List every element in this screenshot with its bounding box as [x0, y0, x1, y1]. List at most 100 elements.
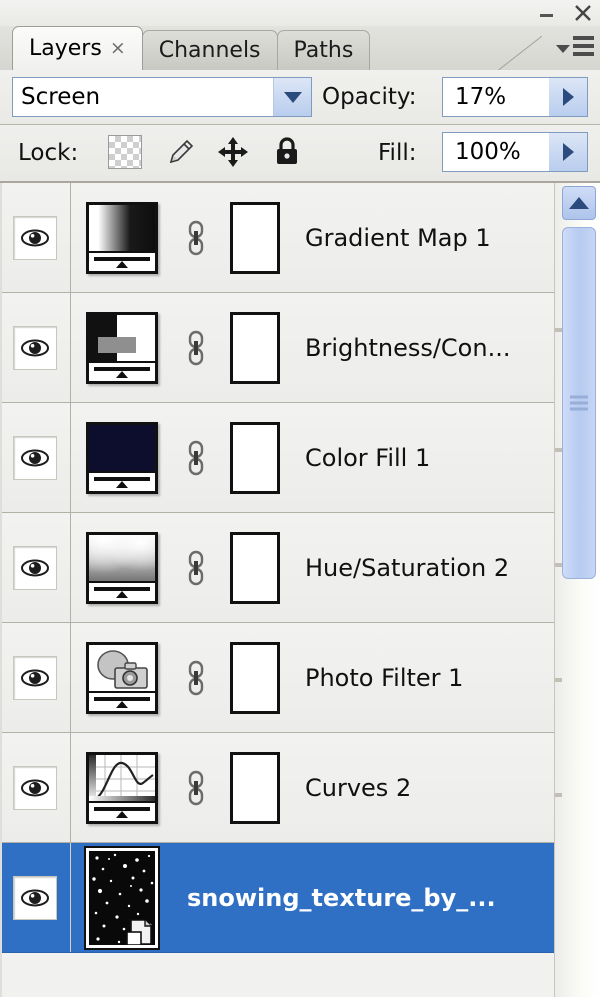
table-row[interactable]: Gradient Map 1 [0, 183, 554, 293]
link-cell[interactable] [173, 769, 219, 807]
layers-panel: Layers × Channels Paths Screen Opacity: … [0, 0, 600, 997]
layer-mask-thumbnail [230, 421, 280, 494]
layer-mask-thumbnail [230, 751, 280, 824]
link-cell[interactable] [173, 439, 219, 477]
visibility-cell[interactable] [0, 403, 71, 512]
layer-name[interactable]: Color Fill 1 [291, 444, 554, 472]
link-icon [188, 440, 204, 475]
tab-close-icon[interactable]: × [110, 39, 126, 58]
tab-paths[interactable]: Paths [276, 30, 371, 70]
visibility-cell[interactable] [0, 733, 71, 842]
hue-saturation-thumbnail [86, 531, 158, 604]
layer-thumbnail-cell[interactable] [71, 531, 173, 604]
layer-name[interactable]: Hue/Saturation 2 [291, 554, 554, 582]
panel-menu-button[interactable] [556, 36, 594, 56]
layer-list[interactable]: Gradient Map 1 Brightness/Con... Color F… [0, 183, 554, 997]
fill-scrubber-icon[interactable] [549, 133, 587, 171]
layer-thumbnail-cell[interactable] [71, 311, 173, 384]
eye-icon[interactable] [13, 325, 57, 370]
visibility-cell[interactable] [0, 843, 71, 952]
link-cell[interactable] [173, 549, 219, 587]
blend-mode-select[interactable]: Screen [12, 77, 312, 117]
layer-name[interactable]: snowing_texture_by_... [173, 884, 554, 912]
layer-name[interactable]: Photo Filter 1 [291, 664, 554, 692]
opacity-label: Opacity: [322, 84, 417, 110]
layer-thumbnail-cell[interactable] [71, 751, 173, 824]
layer-mask-cell[interactable] [219, 311, 291, 384]
layer-mask-cell[interactable] [219, 201, 291, 274]
table-row[interactable]: Color Fill 1 [0, 403, 554, 513]
visibility-cell[interactable] [0, 183, 71, 292]
lock-row: Lock: Fill: 100% [0, 125, 600, 183]
lock-transparent-pixels-icon[interactable] [108, 135, 142, 169]
link-icon [188, 550, 204, 585]
scroll-up-button[interactable] [562, 186, 596, 220]
photo-filter-thumbnail [86, 641, 158, 714]
layer-mask-thumbnail [230, 201, 280, 274]
close-icon[interactable] [572, 2, 594, 24]
layer-name[interactable]: Curves 2 [291, 774, 554, 802]
fill-label: Fill: [378, 140, 417, 166]
layer-thumbnail-cell[interactable] [71, 641, 173, 714]
eye-icon[interactable] [13, 655, 57, 700]
tab-layers[interactable]: Layers × [12, 26, 143, 70]
eye-icon[interactable] [13, 215, 57, 260]
link-cell[interactable] [173, 329, 219, 367]
fill-field[interactable]: 100% [442, 132, 588, 172]
chevron-down-icon[interactable] [273, 78, 311, 116]
table-row[interactable]: Brightness/Con... [0, 293, 554, 403]
chevron-up-icon [569, 197, 589, 209]
visibility-cell[interactable] [0, 623, 71, 732]
table-row[interactable]: Curves 2 [0, 733, 554, 843]
eye-icon[interactable] [13, 545, 57, 590]
layer-mask-cell[interactable] [219, 751, 291, 824]
window-buttons [536, 0, 594, 26]
table-row[interactable]: snowing_texture_by_... [0, 843, 554, 953]
blend-mode-value: Screen [21, 84, 101, 110]
opacity-field[interactable]: 17% [442, 77, 588, 117]
visibility-cell[interactable] [0, 293, 71, 402]
link-cell[interactable] [173, 659, 219, 697]
eye-icon[interactable] [13, 875, 57, 920]
tab-strip: Layers × Channels Paths [0, 26, 600, 71]
tab-list: Layers × Channels Paths [12, 26, 371, 70]
padlock-icon[interactable] [270, 135, 304, 169]
opacity-scrubber-icon[interactable] [549, 78, 587, 116]
link-icon [188, 770, 204, 805]
layer-thumbnail-cell[interactable] [71, 421, 173, 494]
link-icon [188, 330, 204, 365]
layer-thumbnail-cell[interactable] [71, 201, 173, 274]
eye-icon[interactable] [13, 765, 57, 810]
tab-channels[interactable]: Channels [141, 30, 278, 70]
scrollbar-thumb[interactable] [562, 227, 596, 579]
smart-object-badge-icon [126, 918, 152, 945]
tab-layers-label: Layers [29, 36, 102, 61]
chevron-down-icon [556, 45, 570, 53]
move-arrows-icon[interactable] [216, 135, 250, 169]
brightness-contrast-thumbnail [86, 311, 158, 384]
visibility-cell[interactable] [0, 513, 71, 622]
table-row[interactable]: Hue/Saturation 2 [0, 513, 554, 623]
hamburger-icon [573, 36, 594, 56]
lock-label: Lock: [18, 140, 79, 166]
paintbrush-icon[interactable] [162, 135, 196, 169]
layer-mask-thumbnail [230, 531, 280, 604]
table-row[interactable]: Photo Filter 1 [0, 623, 554, 733]
fill-value[interactable]: 100% [443, 139, 549, 165]
opacity-value[interactable]: 17% [443, 84, 549, 110]
layer-name[interactable]: Gradient Map 1 [291, 224, 554, 252]
link-cell[interactable] [173, 219, 219, 257]
vertical-scrollbar[interactable] [554, 183, 600, 997]
layer-thumbnail-cell[interactable] [71, 845, 173, 950]
layer-mask-cell[interactable] [219, 531, 291, 604]
layer-mask-cell[interactable] [219, 421, 291, 494]
layer-name[interactable]: Brightness/Con... [291, 334, 554, 362]
layer-mask-thumbnail [230, 311, 280, 384]
lock-icon-group [108, 135, 304, 169]
curves-graph-icon [89, 754, 155, 803]
layer-mask-cell[interactable] [219, 641, 291, 714]
eye-icon[interactable] [13, 435, 57, 480]
color-fill-thumbnail [86, 421, 158, 494]
tab-channels-label: Channels [158, 38, 261, 63]
minimize-icon[interactable] [536, 2, 558, 24]
